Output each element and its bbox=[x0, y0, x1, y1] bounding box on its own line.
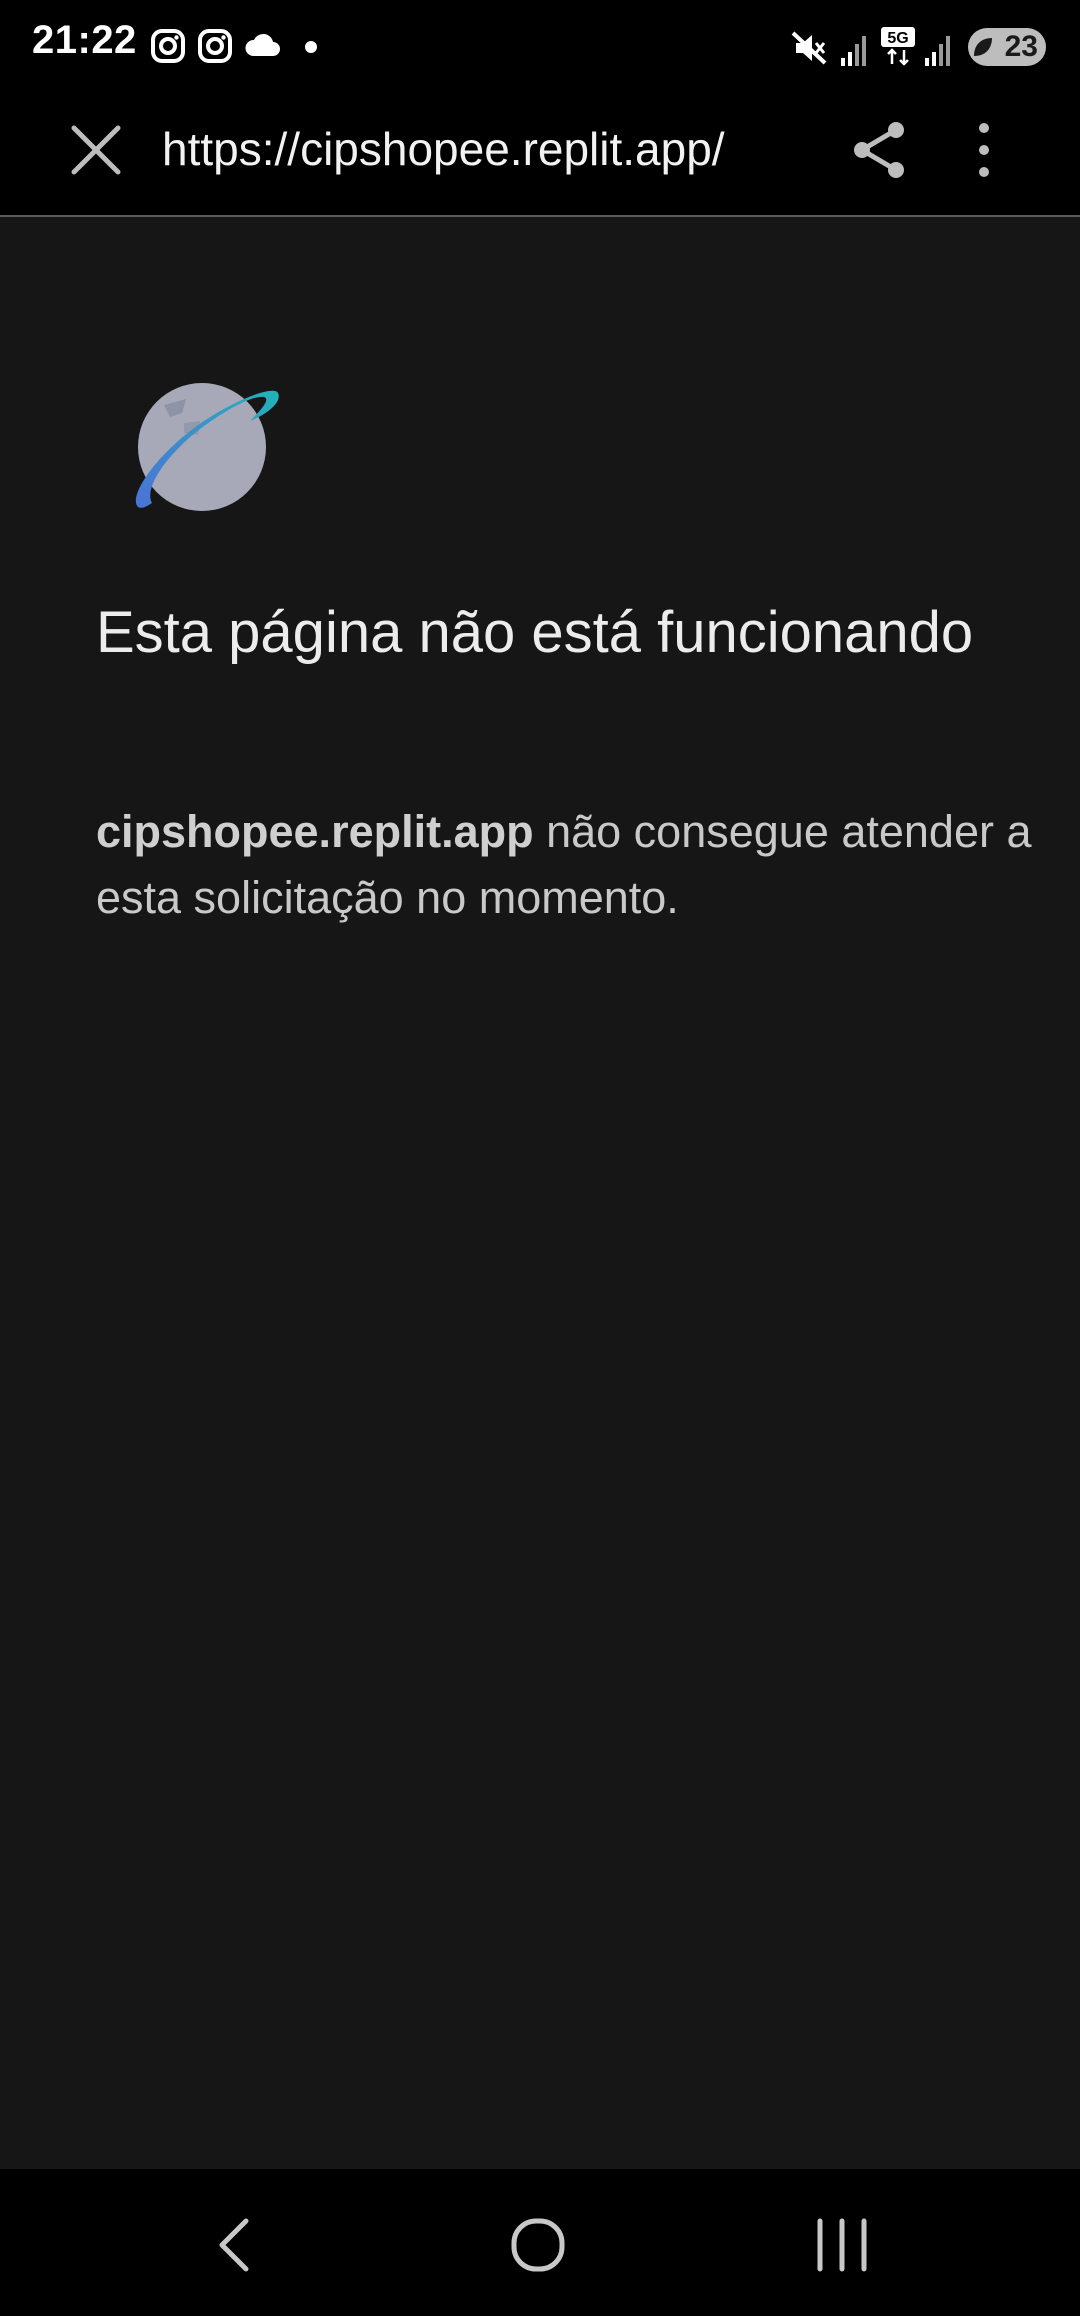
5g-icon: 5G bbox=[881, 27, 915, 66]
share-icon[interactable] bbox=[846, 116, 914, 184]
signal-icon bbox=[925, 36, 950, 66]
close-icon[interactable] bbox=[60, 114, 132, 186]
error-title: Esta página não está funcionando bbox=[96, 600, 974, 665]
error-page: Esta página não está funcionando cipshop… bbox=[0, 217, 1080, 2169]
signal-icon bbox=[841, 36, 866, 66]
navigation-bar bbox=[0, 2169, 1080, 2316]
more-vertical-icon[interactable] bbox=[960, 116, 1008, 184]
globe-icon bbox=[135, 383, 279, 511]
dot-icon bbox=[305, 41, 317, 53]
instagram-icon bbox=[198, 29, 232, 63]
home-icon[interactable] bbox=[500, 2207, 576, 2283]
back-icon[interactable] bbox=[198, 2207, 274, 2283]
error-host: cipshopee.replit.app bbox=[96, 806, 534, 857]
recents-icon[interactable] bbox=[804, 2207, 880, 2283]
status-time: 21:22 bbox=[32, 18, 137, 62]
error-message: cipshopee.replit.app não consegue atende… bbox=[96, 799, 1036, 931]
cloud-icon bbox=[245, 33, 280, 56]
battery-saver-icon bbox=[974, 38, 992, 56]
url-text[interactable]: https://cipshopee.replit.app/ bbox=[162, 122, 725, 176]
svg-text:5G: 5G bbox=[887, 30, 908, 47]
instagram-icon bbox=[151, 29, 185, 63]
browser-toolbar: https://cipshopee.replit.app/ bbox=[0, 74, 1080, 217]
mute-icon bbox=[791, 31, 827, 65]
status-bar: 21:22 5G 23 bbox=[0, 0, 1080, 74]
